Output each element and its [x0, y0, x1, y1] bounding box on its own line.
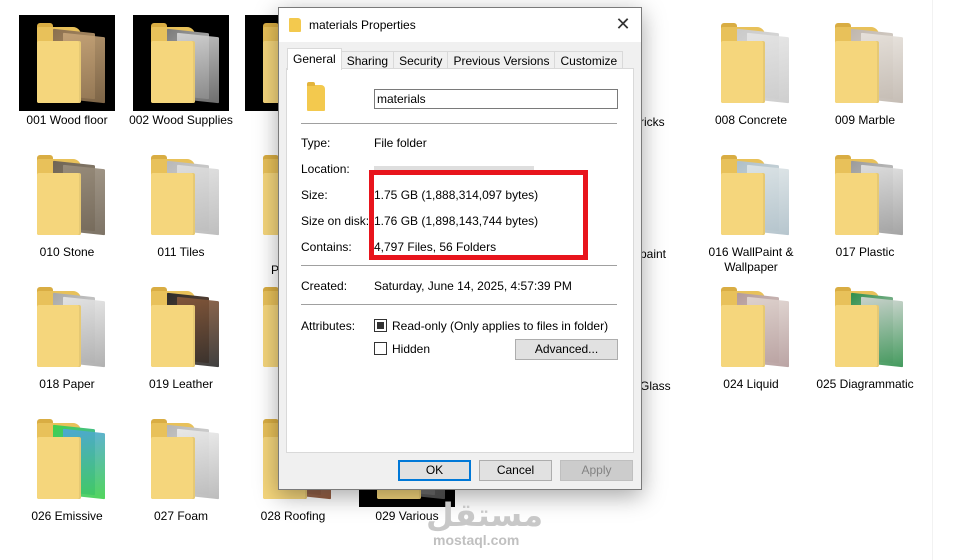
attributes-label: Attributes:: [301, 319, 356, 333]
folder-front-shape: [37, 41, 81, 103]
tab-strip: General Sharing Security Previous Versio…: [287, 48, 624, 70]
highlight-rectangle: [369, 170, 588, 260]
folder-label: 011 Tiles: [157, 245, 205, 259]
folder-item[interactable]: 001 Wood floor: [12, 15, 122, 128]
folder-front-shape: [37, 173, 81, 235]
folder-front-shape: [37, 305, 81, 367]
type-label: Type:: [301, 136, 331, 150]
folder-item[interactable]: 026 Emissive: [12, 411, 122, 524]
folder-label: 019 Leather: [148, 377, 214, 391]
dialog-title: materials Properties: [309, 18, 416, 32]
folder-item[interactable]: 025 Diagrammatic: [810, 279, 920, 392]
folder-item[interactable]: 002 Wood Supplies: [126, 15, 236, 128]
folder-icon: [307, 82, 325, 111]
general-panel: Type: File folder Location: Size: 1.75 G…: [286, 68, 634, 453]
folder-label: 027 Foam: [153, 509, 209, 523]
divider: [301, 123, 617, 124]
divider: [301, 304, 617, 305]
tab-general[interactable]: General: [287, 48, 342, 70]
watermark-url: mostaql.com: [433, 532, 520, 548]
folder-label-bricks-partial[interactable]: ricks: [640, 115, 665, 130]
close-button[interactable]: ✕: [605, 8, 641, 42]
folder-label: 028 Roofing: [260, 509, 326, 523]
apply-button[interactable]: Apply: [560, 460, 633, 481]
folder-label: 016 WallPaint & Wallpaper: [708, 245, 794, 274]
folder-label: 001 Wood floor: [26, 113, 108, 127]
folder-thumbnail: [19, 15, 115, 111]
hidden-label: Hidden: [392, 342, 431, 356]
folder-front-shape: [721, 173, 765, 235]
folder-label: 017 Plastic: [835, 245, 895, 259]
folder-front-shape: [151, 41, 195, 103]
contains-label: Contains:: [301, 240, 352, 254]
folder-thumbnail: [19, 411, 115, 507]
folder-item[interactable]: 018 Paper: [12, 279, 122, 392]
hidden-checkbox[interactable]: [374, 342, 387, 355]
folder-thumbnail: [133, 411, 229, 507]
ok-button[interactable]: OK: [398, 460, 471, 481]
window-edge: [932, 0, 933, 560]
folder-front-shape: [151, 305, 195, 367]
folder-label: 026 Emissive: [31, 509, 103, 523]
folder-label: 024 Liquid: [723, 377, 779, 391]
readonly-option[interactable]: Read-only (Only applies to files in fold…: [374, 319, 608, 333]
hidden-option[interactable]: Hidden: [374, 342, 430, 356]
folder-item[interactable]: 019 Leather: [126, 279, 236, 392]
close-icon: ✕: [615, 14, 631, 34]
folder-thumbnail: [703, 279, 799, 375]
folder-item[interactable]: 024 Liquid: [696, 279, 806, 392]
size-label: Size:: [301, 188, 328, 202]
folder-thumbnail: [19, 279, 115, 375]
size-on-disk-label: Size on disk:: [301, 214, 370, 228]
folder-thumbnail: [703, 15, 799, 111]
folder-front-shape: [151, 173, 195, 235]
folder-item[interactable]: 008 Concrete: [696, 15, 806, 128]
folder-thumbnail: [817, 279, 913, 375]
folder-thumbnail: [133, 15, 229, 111]
folder-front-shape: [151, 437, 195, 499]
folder-label: 008 Concrete: [714, 113, 788, 127]
folder-item[interactable]: 010 Stone: [12, 147, 122, 260]
folder-front-shape: [721, 305, 765, 367]
folder-label: 010 Stone: [39, 245, 95, 259]
folder-name-input[interactable]: [374, 89, 618, 109]
readonly-checkbox[interactable]: [374, 319, 387, 332]
folder-label-glass-partial[interactable]: Glass: [640, 379, 671, 394]
folder-front-shape: [835, 41, 879, 103]
advanced-button[interactable]: Advanced...: [515, 339, 618, 360]
folder-front-shape: [721, 41, 765, 103]
folder-thumbnail: [703, 147, 799, 243]
folder-front-shape: [835, 305, 879, 367]
folder-item[interactable]: 009 Marble: [810, 15, 920, 128]
folder-thumbnail: [133, 279, 229, 375]
folder-thumbnail: [817, 15, 913, 111]
folder-label: 009 Marble: [834, 113, 896, 127]
folder-item[interactable]: 016 WallPaint & Wallpaper: [696, 147, 806, 275]
cancel-button[interactable]: Cancel: [479, 460, 552, 481]
folder-item[interactable]: 017 Plastic: [810, 147, 920, 260]
folder-thumbnail: [817, 147, 913, 243]
folder-item[interactable]: 011 Tiles: [126, 147, 236, 260]
created-label: Created:: [301, 279, 348, 293]
type-value: File folder: [374, 136, 427, 150]
readonly-label: Read-only (Only applies to files in fold…: [392, 319, 609, 333]
divider: [301, 265, 617, 266]
folder-thumbnail: [19, 147, 115, 243]
folder-front-shape: [835, 173, 879, 235]
folder-label: 025 Diagrammatic: [816, 377, 914, 391]
properties-dialog: materials Properties ✕ General Sharing S…: [278, 7, 642, 490]
folder-front-shape: [37, 437, 81, 499]
folder-icon: [289, 18, 301, 32]
watermark-logo-arabic: مستقل: [426, 496, 544, 534]
folder-item[interactable]: 027 Foam: [126, 411, 236, 524]
created-value: Saturday, June 14, 2025, 4:57:39 PM: [374, 279, 572, 293]
dialog-titlebar[interactable]: materials Properties ✕: [279, 8, 641, 42]
folder-label: 002 Wood Supplies: [129, 113, 233, 127]
folder-label: 018 Paper: [39, 377, 95, 391]
folder-thumbnail: [133, 147, 229, 243]
location-label: Location:: [301, 162, 350, 176]
